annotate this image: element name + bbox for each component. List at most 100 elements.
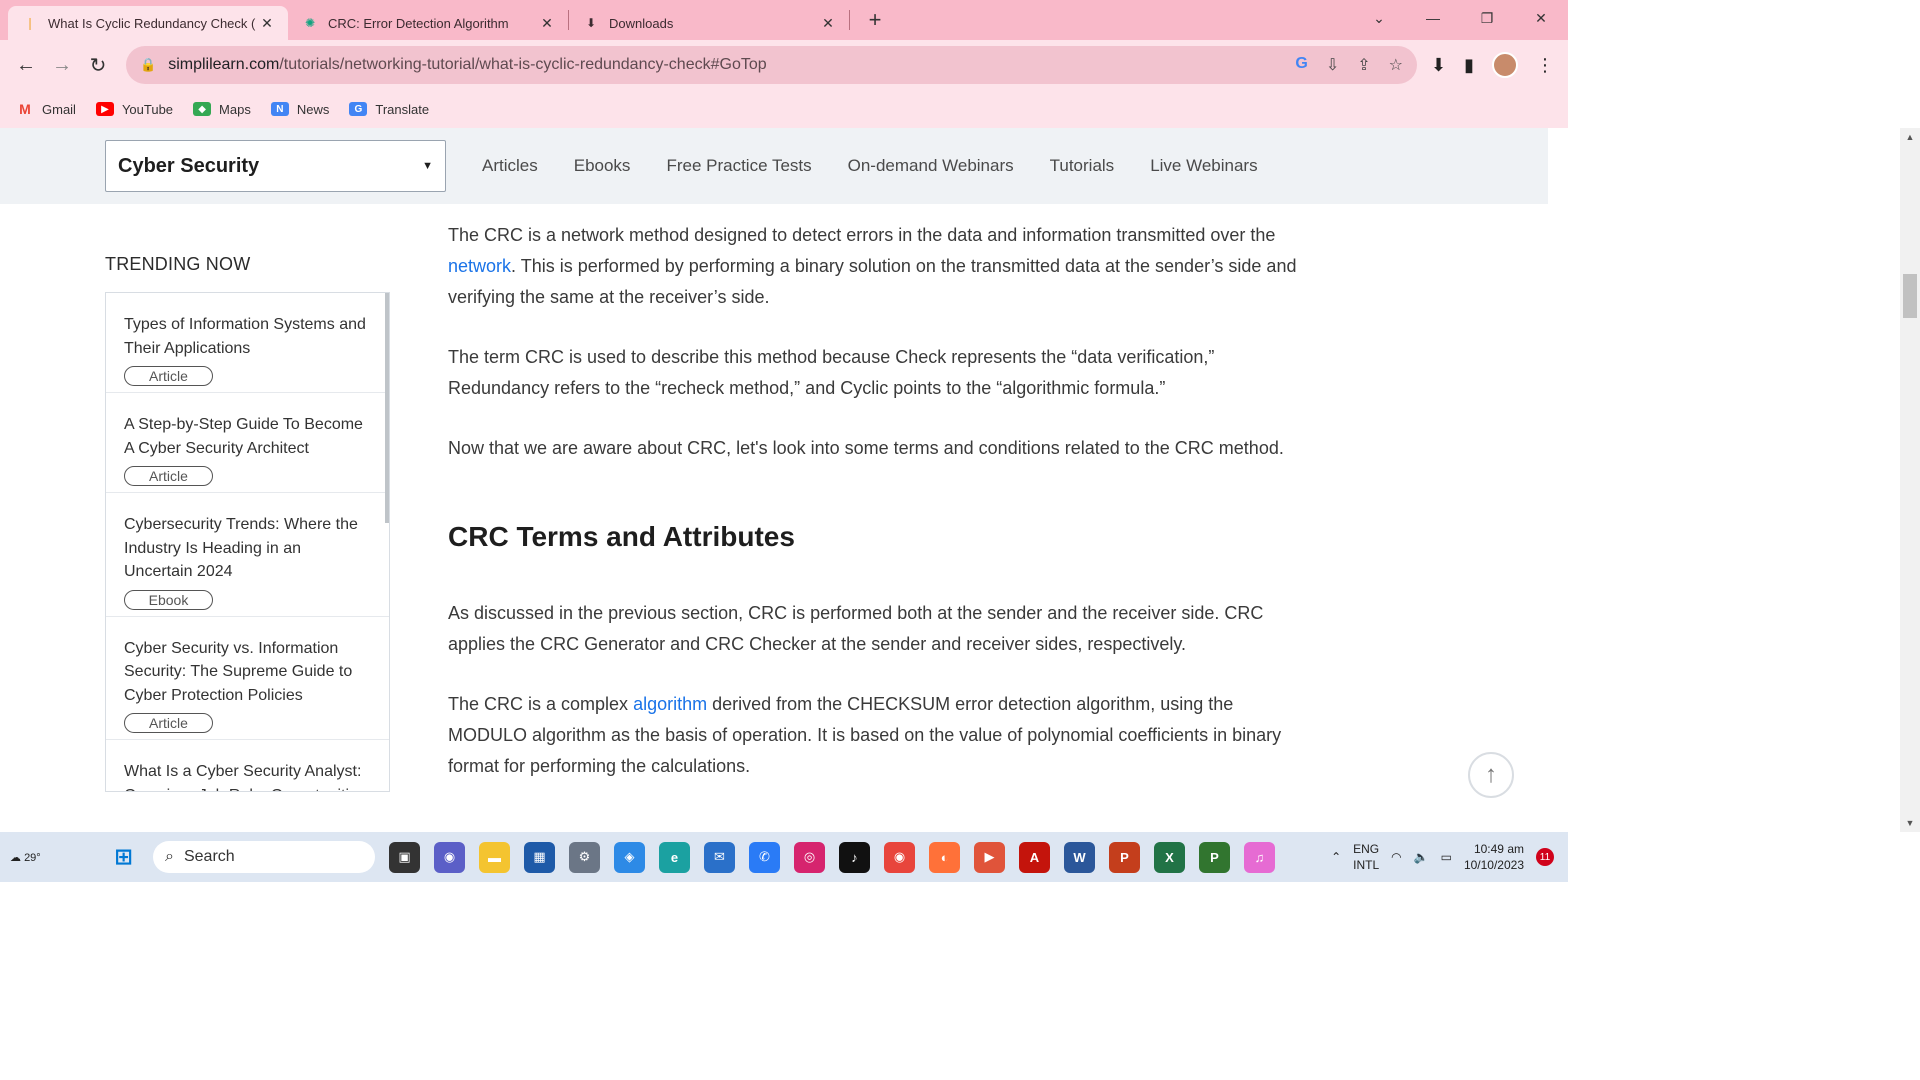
project-icon[interactable]: P [1199,841,1230,873]
category-dropdown[interactable]: Cyber Security ▼ [105,140,446,192]
tab-crc-article[interactable]: ❘ What Is Cyclic Redundancy Check ( ✕ [8,6,288,40]
acrobat-icon[interactable]: A [1019,841,1050,873]
bookmark-star-icon[interactable]: ☆ [1389,55,1403,75]
trending-item[interactable]: What Is a Cyber Security Analyst: Overvi… [106,740,389,791]
profile-avatar[interactable] [1492,52,1518,78]
teams-chat-icon[interactable]: ◉ [434,841,465,873]
excel-icon[interactable]: X [1154,841,1185,873]
forward-arrow-icon[interactable]: → [44,47,80,83]
instagram-icon[interactable]: ◎ [794,841,825,873]
simplilearn-favicon-icon: ❘ [24,16,36,30]
trending-item-title[interactable]: What Is a Cyber Security Analyst: Overvi… [124,760,371,791]
system-tray: ⌃ ENG INTL ◠ 🔈 ▭ 10:49 am 10/10/2023 11 [1331,841,1568,873]
content-type-badge: Ebook [124,589,213,610]
close-tab-icon[interactable]: ✕ [819,15,837,32]
maps-icon: ◆ [193,102,212,116]
restore-icon[interactable]: ❐ [1460,0,1514,36]
clock-time: 10:49 am [1473,842,1524,856]
bookmark-translate[interactable]: G Translate [349,102,429,117]
subnav-link-live-webinars[interactable]: Live Webinars [1150,156,1257,176]
scrollbar-thumb[interactable] [1903,274,1917,318]
trending-scrollbar[interactable] [385,293,389,523]
settings-gear-icon[interactable]: ⚙ [569,841,600,873]
messenger-icon[interactable]: ✆ [749,841,780,873]
category-dropdown-value: Cyber Security [118,154,260,177]
article-body: The CRC is a network method designed to … [448,220,1308,811]
article-paragraph: The term CRC is used to describe this me… [448,347,1215,398]
task-view-icon[interactable]: ▣ [389,841,420,873]
reload-icon[interactable]: ↻ [80,47,116,83]
mail-icon[interactable]: ✉ [704,841,735,873]
trending-item[interactable]: Cyber Security vs. Information Security:… [106,617,389,740]
trending-list[interactable]: Types of Information Systems and Their A… [105,292,390,792]
power-automate-icon[interactable]: ◈ [614,841,645,873]
subnav-link-tutorials[interactable]: Tutorials [1050,156,1115,176]
close-tab-icon[interactable]: ✕ [258,15,276,32]
wifi-icon[interactable]: ◠ [1391,850,1401,864]
google-icon[interactable]: G [1295,55,1307,75]
trending-item[interactable]: A Step-by-Step Guide To Become A Cyber S… [106,393,389,493]
taskbar-search[interactable]: ⌕ Search [153,841,375,873]
weather-widget[interactable]: ☁ 29° [0,851,60,864]
tab-crc-algorithm[interactable]: ✺ CRC: Error Detection Algorithm ✕ [288,6,568,40]
volume-icon[interactable]: 🔈 [1414,850,1429,864]
battery-icon[interactable]: ▭ [1441,850,1452,864]
tab-title: CRC: Error Detection Algorithm [328,15,509,31]
scroll-to-top-button[interactable]: ↑ [1468,752,1514,798]
downloads-icon[interactable]: ⬇ [1431,55,1446,76]
new-tab-icon[interactable]: + [860,5,890,35]
tab-downloads[interactable]: ⬇ Downloads ✕ [569,6,849,40]
algorithm-link[interactable]: algorithm [633,694,707,714]
tiktok-icon[interactable]: ♪ [839,841,870,873]
bookmark-gmail[interactable]: M Gmail [16,101,76,117]
network-link[interactable]: network [448,256,511,276]
tab-search-chevron-icon[interactable]: ⌄ [1352,0,1406,36]
scroll-up-arrow-icon[interactable]: ▲ [1900,132,1920,142]
close-tab-icon[interactable]: ✕ [538,15,556,32]
clock[interactable]: 10:49 am 10/10/2023 [1464,841,1524,873]
language-indicator[interactable]: ENG INTL [1353,841,1379,873]
share-icon[interactable]: ⇪ [1357,55,1370,75]
powerpoint-icon[interactable]: P [1109,841,1140,873]
itunes-icon[interactable]: ♫ [1244,841,1275,873]
back-arrow-icon[interactable]: ← [8,47,44,83]
bookmark-maps[interactable]: ◆ Maps [193,102,251,117]
subnav-link-on-demand-webinars[interactable]: On-demand Webinars [848,156,1014,176]
trending-item-title[interactable]: Cyber Security vs. Information Security:… [124,637,371,708]
install-app-icon[interactable]: ⇩ [1326,55,1339,75]
trending-item[interactable]: Cybersecurity Trends: Where the Industry… [106,493,389,617]
notification-badge[interactable]: 11 [1536,848,1554,866]
trending-item[interactable]: Types of Information Systems and Their A… [106,293,389,393]
chevron-up-icon[interactable]: ⌃ [1331,850,1341,864]
bookmark-news[interactable]: N News [270,102,329,117]
edge-browser-icon[interactable]: e [659,841,690,873]
page-scrollbar[interactable]: ▲ ▼ [1900,128,1920,832]
minimize-icon[interactable]: — [1406,0,1460,36]
close-window-icon[interactable]: ✕ [1514,0,1568,36]
file-explorer-icon[interactable]: ▬ [479,841,510,873]
lock-icon[interactable]: 🔒 [140,57,156,73]
url-path: /tutorials/networking-tutorial/what-is-c… [279,56,767,73]
trending-item-title[interactable]: Cybersecurity Trends: Where the Industry… [124,513,371,584]
address-bar[interactable]: 🔒 simplilearn.com/tutorials/networking-t… [126,46,1417,84]
scroll-down-arrow-icon[interactable]: ▼ [1900,818,1920,828]
firefox-icon[interactable]: ◐ [929,841,960,873]
browser-chrome: ❘ What Is Cyclic Redundancy Check ( ✕ ✺ … [0,0,1568,128]
windows-taskbar: ☁ 29° ⊞ ⌕ Search ▣ ◉ ▬ ▦ ⚙ ◈ e ✉ ✆ ◎ ♪ ◉ … [0,832,1568,882]
trending-item-title[interactable]: Types of Information Systems and Their A… [124,313,371,360]
video-recorder-icon[interactable]: ▶ [974,841,1005,873]
arrow-up-icon: ↑ [1485,761,1497,788]
subnav-link-articles[interactable]: Articles [482,156,538,176]
language-code: ENG [1353,842,1380,856]
side-panel-icon[interactable]: ▮ [1464,55,1474,76]
chrome-icon[interactable]: ◉ [884,841,915,873]
trending-item-title[interactable]: A Step-by-Step Guide To Become A Cyber S… [124,413,371,460]
tab-strip: ❘ What Is Cyclic Redundancy Check ( ✕ ✺ … [0,0,1568,40]
start-windows-icon[interactable]: ⊞ [108,842,139,873]
bookmark-youtube[interactable]: ▶ YouTube [95,102,173,117]
menu-kebab-icon[interactable]: ⋮ [1536,55,1554,76]
subnav-link-ebooks[interactable]: Ebooks [574,156,631,176]
microsoft-store-icon[interactable]: ▦ [524,841,555,873]
subnav-link-free-practice-tests[interactable]: Free Practice Tests [666,156,811,176]
word-icon[interactable]: W [1064,841,1095,873]
